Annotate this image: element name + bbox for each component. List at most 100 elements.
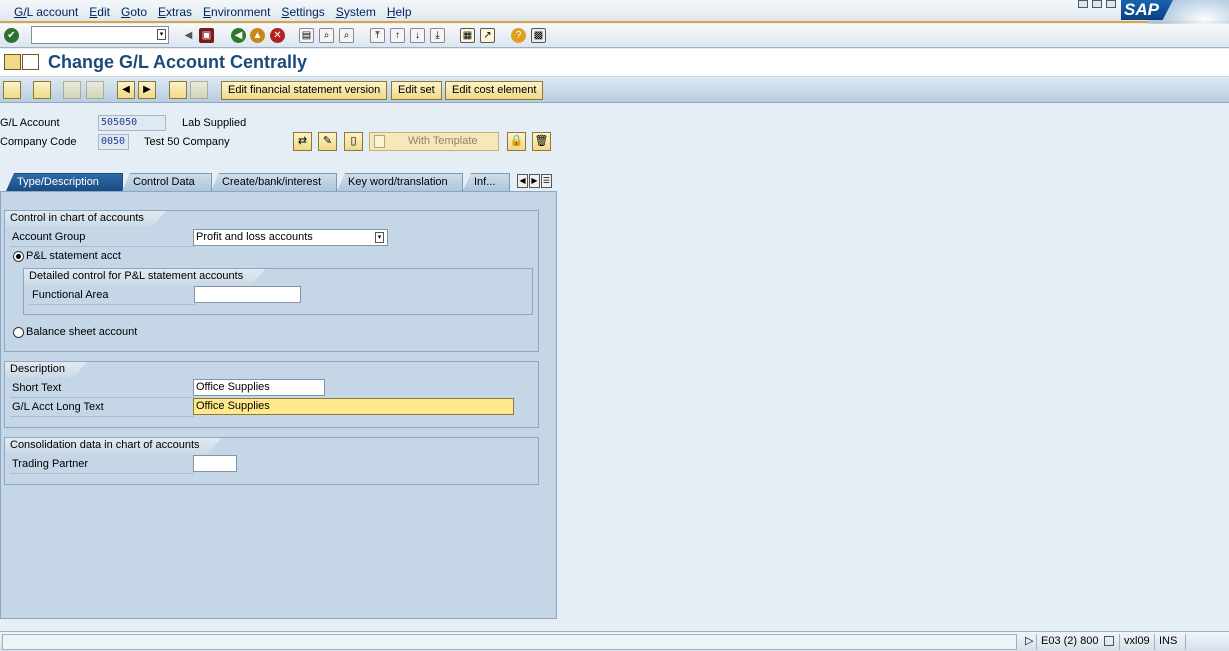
account-group-select[interactable]: Profit and loss accounts ▾ bbox=[193, 229, 388, 246]
system-info: E03 (2) 800 bbox=[1036, 634, 1118, 650]
status-message-area bbox=[2, 634, 1017, 650]
delete-icon[interactable]: 🗑 bbox=[532, 132, 551, 151]
template-icon bbox=[374, 135, 385, 148]
back-arrow-small-icon[interactable]: ◀ bbox=[181, 28, 196, 43]
menu-goto[interactable]: Goto bbox=[121, 5, 147, 19]
status-expand-icon[interactable]: ▷ bbox=[1021, 634, 1037, 650]
system-info-text: E03 (2) 800 bbox=[1041, 635, 1099, 647]
trash-list-icon[interactable] bbox=[169, 81, 187, 99]
disabled-doc-icon bbox=[190, 81, 208, 99]
tab-list-icon[interactable]: ☰ bbox=[541, 174, 552, 188]
pl-statement-radio[interactable] bbox=[13, 251, 24, 262]
balance-sheet-label: Balance sheet account bbox=[26, 326, 138, 338]
functional-area-label: Functional Area bbox=[32, 289, 109, 301]
disabled-tool-icon-1 bbox=[63, 81, 81, 99]
document-icon[interactable] bbox=[22, 54, 39, 70]
back-icon[interactable]: ◀ bbox=[231, 28, 246, 43]
tab-scroll-right-icon[interactable]: ▶ bbox=[529, 174, 540, 188]
consolidation-group-title: Consolidation data in chart of accounts bbox=[5, 438, 222, 454]
edit-cost-element-button[interactable]: Edit cost element bbox=[445, 81, 544, 100]
lock-icon[interactable]: 🔒 bbox=[507, 132, 526, 151]
gl-account-label: G/L Account bbox=[0, 117, 60, 129]
menu-extras[interactable]: Extras bbox=[158, 5, 192, 19]
tab-control-data[interactable]: Control Data bbox=[122, 173, 212, 191]
shortcut-icon[interactable]: ↗ bbox=[480, 28, 495, 43]
tab-create-bank-interest[interactable]: Create/bank/interest bbox=[211, 173, 337, 191]
display-change-icon[interactable] bbox=[4, 54, 21, 70]
next-entry-icon[interactable]: ▶ bbox=[138, 81, 156, 99]
command-field[interactable]: ▾ bbox=[31, 26, 169, 44]
balance-sheet-radio[interactable] bbox=[13, 327, 24, 338]
gl-account-field[interactable]: 505050 bbox=[98, 115, 166, 131]
layout-menu-icon[interactable]: ▩ bbox=[531, 28, 546, 43]
tab-key-word-translation[interactable]: Key word/translation bbox=[337, 173, 463, 191]
page-title: Change G/L Account Centrally bbox=[48, 52, 308, 72]
menu-items: G/L account Edit Goto Extras Environment… bbox=[14, 5, 423, 19]
display-change-toggle-icon[interactable]: ⇄ bbox=[293, 132, 312, 151]
hierarchy-icon[interactable] bbox=[33, 81, 51, 99]
other-account-icon[interactable] bbox=[3, 81, 21, 99]
account-group-value: Profit and loss accounts bbox=[196, 231, 313, 243]
menu-system[interactable]: System bbox=[336, 5, 376, 19]
long-text-input[interactable]: Office Supplies bbox=[193, 398, 514, 415]
dropdown-icon[interactable]: ▾ bbox=[157, 29, 166, 40]
menu-bar: G/L account Edit Goto Extras Environment… bbox=[0, 0, 1229, 47]
row-divider bbox=[10, 397, 194, 398]
edit-fs-version-button[interactable]: Edit financial statement version bbox=[221, 81, 388, 100]
trading-partner-input[interactable] bbox=[193, 455, 237, 472]
row-divider bbox=[10, 416, 194, 417]
control-group: Control in chart of accounts Account Gro… bbox=[4, 210, 539, 352]
long-text-label: G/L Acct Long Text bbox=[12, 401, 104, 413]
menu-gl-account[interactable]: G/L account bbox=[14, 5, 78, 19]
edit-set-button[interactable]: Edit set bbox=[391, 81, 442, 100]
menu-help[interactable]: Help bbox=[387, 5, 412, 19]
menu-settings[interactable]: Settings bbox=[281, 5, 324, 19]
description-group: Description Short Text Office Supplies G… bbox=[4, 361, 539, 428]
tab-strip: Type/Description Control Data Create/ban… bbox=[6, 173, 557, 191]
first-page-icon[interactable]: ⤒ bbox=[370, 28, 385, 43]
tab-content: Control in chart of accounts Account Gro… bbox=[0, 191, 557, 619]
next-page-icon[interactable]: ↓ bbox=[410, 28, 425, 43]
row-divider bbox=[29, 304, 195, 305]
system-info-dropdown-icon[interactable] bbox=[1103, 636, 1114, 647]
last-page-icon[interactable]: ⤓ bbox=[430, 28, 445, 43]
print-icon[interactable]: ▤ bbox=[299, 28, 314, 43]
new-session-icon[interactable]: ▦ bbox=[460, 28, 475, 43]
create-document-icon[interactable]: ▯ bbox=[344, 132, 363, 151]
account-group-label: Account Group bbox=[12, 231, 86, 243]
functional-area-input[interactable] bbox=[194, 286, 301, 303]
find-icon[interactable]: ⌕ bbox=[319, 28, 334, 43]
gl-account-description: Lab Supplied bbox=[182, 117, 247, 129]
status-filler bbox=[1185, 634, 1229, 650]
previous-entry-icon[interactable]: ◀ bbox=[117, 81, 135, 99]
title-bar: Change G/L Account Centrally bbox=[0, 49, 1229, 77]
close-window-icon[interactable] bbox=[1106, 0, 1116, 8]
company-code-field[interactable]: 0050 bbox=[98, 134, 129, 150]
dropdown-icon[interactable]: ▾ bbox=[375, 232, 384, 243]
previous-page-icon[interactable]: ↑ bbox=[390, 28, 405, 43]
host-name: vxl09 bbox=[1119, 634, 1154, 650]
restore-icon[interactable] bbox=[1092, 0, 1102, 8]
short-text-input[interactable]: Office Supplies bbox=[193, 379, 325, 396]
tab-type-description[interactable]: Type/Description bbox=[6, 173, 123, 191]
exit-icon[interactable]: ▲ bbox=[250, 28, 265, 43]
enter-check-icon[interactable]: ✔ bbox=[4, 28, 19, 43]
pl-detail-group: Detailed control for P&L statement accou… bbox=[23, 268, 533, 315]
pl-statement-label: P&L statement acct bbox=[26, 250, 121, 262]
save-icon[interactable]: ▣ bbox=[199, 28, 214, 43]
short-text-label: Short Text bbox=[12, 382, 62, 394]
minimize-icon[interactable] bbox=[1078, 0, 1088, 8]
help-icon[interactable]: ? bbox=[511, 28, 526, 43]
company-code-description: Test 50 Company bbox=[144, 136, 230, 148]
menu-environment[interactable]: Environment bbox=[203, 5, 270, 19]
menu-edit[interactable]: Edit bbox=[89, 5, 110, 19]
description-group-title: Description bbox=[5, 362, 87, 378]
edit-pencil-icon[interactable]: ✎ bbox=[318, 132, 337, 151]
find-next-icon[interactable]: ⌕ bbox=[339, 28, 354, 43]
tab-scroll-left-icon[interactable]: ◀ bbox=[517, 174, 528, 188]
cancel-icon[interactable]: ✕ bbox=[270, 28, 285, 43]
insert-mode: INS bbox=[1154, 634, 1181, 650]
row-divider bbox=[10, 246, 194, 247]
with-template-button[interactable]: With Template bbox=[369, 132, 499, 151]
tab-information[interactable]: Inf... bbox=[463, 173, 510, 191]
